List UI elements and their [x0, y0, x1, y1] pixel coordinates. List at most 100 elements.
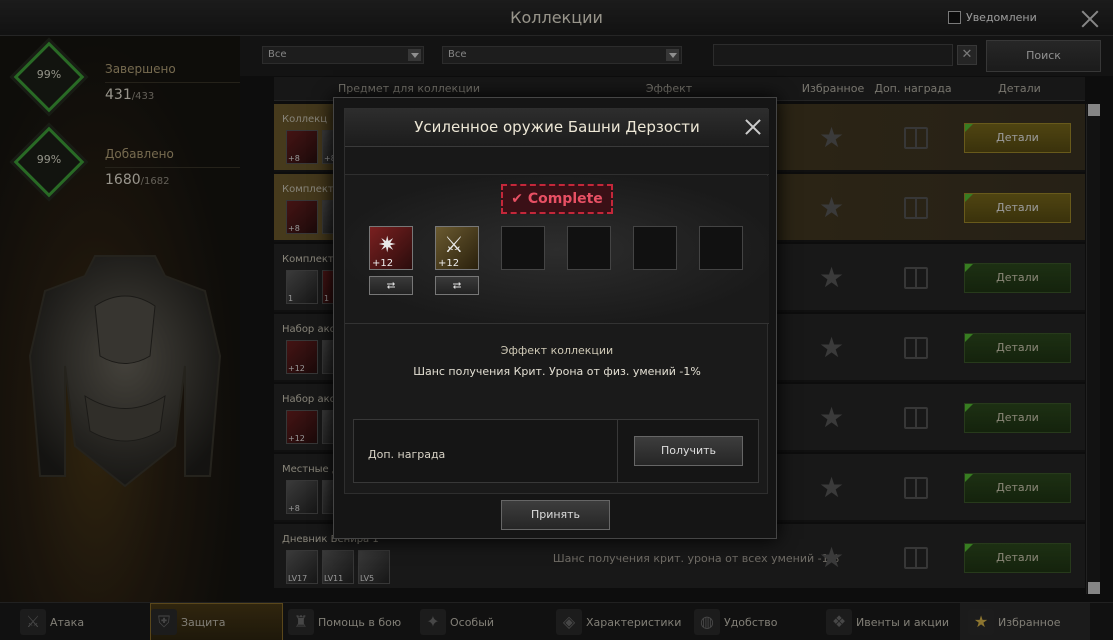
- favorite-star-icon[interactable]: ★: [819, 124, 847, 152]
- empty-item-slot: [699, 226, 743, 270]
- globe-icon: ◍: [694, 609, 720, 635]
- added-count: 1680/1682: [105, 172, 169, 188]
- added-label: Добавлено: [105, 147, 174, 161]
- tab-label: Удобство: [724, 615, 778, 629]
- column-details: Детали: [998, 82, 1041, 95]
- favorite-star-icon[interactable]: ★: [819, 264, 847, 292]
- column-effect: Эффект: [645, 82, 693, 95]
- search-input[interactable]: [713, 44, 953, 66]
- complete-badge: ✔ Complete: [501, 184, 613, 214]
- weapon-icon: ✷: [378, 233, 397, 258]
- empty-item-slot: [567, 226, 611, 270]
- tab-label: Избранное: [998, 615, 1061, 629]
- slot-level: +12: [372, 258, 394, 269]
- added-stat: 99% Добавлено 1680/1682: [10, 126, 240, 209]
- favorite-star-icon[interactable]: ★: [819, 544, 847, 572]
- chevron-down-icon[interactable]: [666, 49, 679, 61]
- category-select-value: Все: [268, 49, 287, 60]
- scroll-up-icon[interactable]: [1088, 104, 1100, 116]
- category-tabs: ⚔ Атака ⛨ Защита ♜ Помощь в бою ✦ Особый ◈ Ха…: [0, 602, 1113, 640]
- scroll-down-icon[interactable]: [1088, 582, 1100, 594]
- details-button[interactable]: Детали: [964, 333, 1071, 363]
- gift-icon: [904, 547, 928, 569]
- helmet-icon: ♜: [288, 609, 314, 635]
- item-slot[interactable]: ⚔ +12: [435, 226, 479, 270]
- dialog-subheader: [345, 147, 769, 175]
- category-select[interactable]: Все: [262, 46, 424, 64]
- claim-reward-button[interactable]: Получить: [634, 436, 743, 466]
- window-title: Коллекции: [510, 8, 603, 27]
- tab-label: Ивенты и акции: [856, 615, 950, 629]
- status-select-value: Все: [448, 49, 467, 60]
- collection-item-slot[interactable]: LV5: [358, 550, 390, 584]
- tab-convenience[interactable]: ◍ Удобство: [694, 603, 824, 640]
- gift-icon: [904, 407, 928, 429]
- clear-search-button[interactable]: ✕: [957, 45, 977, 65]
- collection-item-slot[interactable]: +8: [286, 480, 318, 514]
- collection-slots: ✔ Complete ✷ +12 ⚔ +12 ⮂ ⮂: [345, 176, 769, 324]
- item-level: +12: [288, 364, 305, 373]
- collection-item-slot[interactable]: LV17: [286, 550, 318, 584]
- details-button[interactable]: Детали: [964, 193, 1071, 223]
- completed-total: /433: [131, 91, 155, 102]
- tab-stats[interactable]: ◈ Характеристики: [556, 603, 691, 640]
- close-dialog-icon[interactable]: [745, 119, 761, 135]
- swap-item-button[interactable]: ⮂: [435, 276, 479, 295]
- added-total: /1682: [140, 176, 170, 187]
- details-button[interactable]: Детали: [964, 403, 1071, 433]
- search-button[interactable]: Поиск: [986, 40, 1101, 72]
- column-item: Предмет для коллекции: [338, 82, 480, 95]
- extra-reward-label: Доп. награда: [368, 448, 446, 461]
- list-scrollbar[interactable]: [1086, 104, 1100, 594]
- collection-detail-dialog: Усиленное оружие Башни Дерзости ✔ Comple…: [333, 97, 777, 539]
- details-button[interactable]: Детали: [964, 123, 1071, 153]
- notifications-label: Уведомлени: [966, 11, 1037, 24]
- item-level: LV17: [288, 574, 308, 583]
- notifications-toggle[interactable]: Уведомлени: [948, 11, 1037, 24]
- tab-attack[interactable]: ⚔ Атака: [20, 603, 145, 640]
- favorite-star-icon[interactable]: ★: [819, 404, 847, 432]
- item-slot[interactable]: ✷ +12: [369, 226, 413, 270]
- collection-item-slot[interactable]: +12: [286, 410, 318, 444]
- tab-favorites[interactable]: ★ Избранное: [960, 603, 1090, 640]
- close-window-icon[interactable]: [1080, 9, 1100, 29]
- row-items: LV17 LV11 LV5: [286, 550, 390, 584]
- tab-events[interactable]: ❖ Ивенты и акции: [826, 603, 956, 640]
- column-extra-reward: Доп. награда: [874, 82, 952, 95]
- favorite-star-icon[interactable]: ★: [819, 474, 847, 502]
- accept-button[interactable]: Принять: [501, 500, 610, 530]
- tab-combat-help[interactable]: ♜ Помощь в бою: [288, 603, 413, 640]
- item-level: LV11: [324, 574, 344, 583]
- item-level: +8: [288, 154, 300, 163]
- completed-percent: 99%: [36, 68, 62, 81]
- favorite-star-icon[interactable]: ★: [819, 334, 847, 362]
- status-select[interactable]: Все: [442, 46, 682, 64]
- row-name: Коллекц: [282, 114, 327, 125]
- tab-special[interactable]: ✦ Особый: [420, 603, 550, 640]
- swap-item-button[interactable]: ⮂: [369, 276, 413, 295]
- item-level: 1: [324, 294, 330, 303]
- stat-divider: [105, 167, 240, 168]
- weapon-icon: ⚔: [444, 233, 464, 258]
- sparkle-icon: ✦: [420, 609, 446, 635]
- collection-item-slot[interactable]: +8: [286, 130, 318, 164]
- collection-item-slot[interactable]: 1: [286, 270, 318, 304]
- tab-defense[interactable]: ⛨ Защита: [150, 603, 283, 640]
- tab-label: Особый: [450, 615, 495, 629]
- completed-stat: 99% Завершено 431/433: [10, 41, 240, 124]
- effect-title: Эффект коллекции: [500, 344, 614, 357]
- chevron-down-icon[interactable]: [408, 49, 421, 61]
- favorite-star-icon[interactable]: ★: [819, 194, 847, 222]
- details-button[interactable]: Детали: [964, 263, 1071, 293]
- details-button[interactable]: Детали: [964, 473, 1071, 503]
- collection-item-slot[interactable]: +8: [286, 200, 318, 234]
- details-button[interactable]: Детали: [964, 543, 1071, 573]
- notifications-checkbox[interactable]: [948, 11, 961, 24]
- column-favorite: Избранное: [801, 82, 865, 95]
- row-effect: Шанс получения крит. урона от всех умени…: [552, 552, 840, 565]
- filter-bar: Все Все ✕ Поиск: [240, 36, 1113, 76]
- collection-item-slot[interactable]: LV11: [322, 550, 354, 584]
- tab-label: Атака: [50, 615, 85, 629]
- collection-item-slot[interactable]: +12: [286, 340, 318, 374]
- row-name: Комплект: [282, 184, 334, 195]
